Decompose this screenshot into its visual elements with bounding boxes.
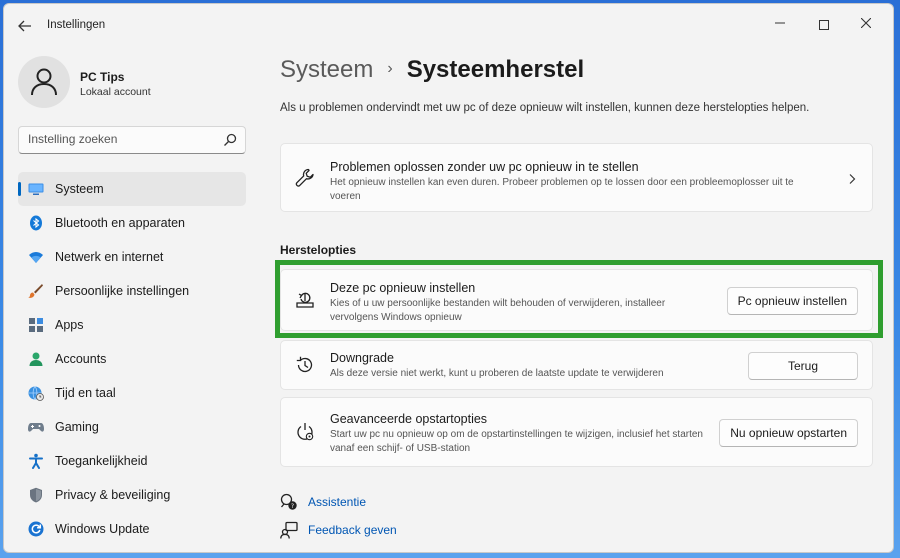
settings-window: Instellingen PC Tips Lokaal account Inst…	[3, 3, 894, 553]
brush-icon	[28, 284, 43, 298]
help-chat-icon: ?	[280, 493, 297, 510]
help-link-label: Assistentie	[308, 495, 367, 509]
troubleshoot-title: Problemen oplossen zonder uw pc opnieuw …	[330, 160, 639, 174]
person-icon	[29, 352, 43, 366]
sidebar-item-label: Gaming	[55, 420, 99, 434]
sidebar-item-toegankelijkheid[interactable]: Toegankelijkheid	[18, 444, 246, 478]
close-button[interactable]	[847, 12, 885, 36]
downgrade-card: Downgrade Als deze versie niet werkt, ku…	[280, 340, 873, 390]
monitor-icon	[28, 183, 44, 195]
feedback-icon	[280, 521, 298, 539]
wifi-icon	[29, 252, 43, 263]
sidebar-item-windows-update[interactable]: Windows Update	[18, 512, 246, 546]
sidebar-item-label: Netwerk en internet	[55, 250, 164, 264]
profile-account-type: Lokaal account	[80, 86, 151, 98]
apps-icon	[29, 318, 43, 332]
downgrade-back-button[interactable]: Terug	[748, 352, 858, 380]
sidebar-item-apps[interactable]: Apps	[18, 308, 246, 342]
sidebar-item-privacy[interactable]: Privacy & beveiliging	[18, 478, 246, 512]
sidebar-item-label: Windows Update	[55, 522, 150, 536]
svg-text:?: ?	[291, 503, 294, 510]
section-title: Herstelopties	[280, 243, 357, 257]
back-button[interactable]	[14, 16, 36, 36]
gamepad-icon	[28, 423, 44, 432]
minimize-icon	[775, 22, 785, 24]
search-input[interactable]	[28, 132, 218, 146]
sidebar-item-label: Toegankelijkheid	[55, 454, 148, 468]
downgrade-title: Downgrade	[330, 351, 394, 365]
sidebar-item-label: Bluetooth en apparaten	[55, 216, 185, 230]
sidebar-item-label: Accounts	[55, 352, 107, 366]
avatar	[18, 56, 70, 108]
sidebar-item-systeem[interactable]: Systeem	[18, 172, 246, 206]
advanced-startup-card: Geavanceerde opstartopties Start uw pc n…	[280, 397, 873, 467]
intro-text: Als u problemen ondervindt met uw pc of …	[280, 102, 810, 114]
feedback-link-label: Feedback geven	[308, 523, 397, 537]
breadcrumb-separator: ›	[387, 60, 393, 77]
history-icon	[296, 356, 313, 373]
sidebar-item-gaming[interactable]: Gaming	[18, 410, 246, 444]
sidebar-item-netwerk[interactable]: Netwerk en internet	[18, 240, 246, 274]
troubleshoot-description: Het opnieuw instellen kan even duren. Pr…	[330, 177, 794, 202]
sidebar-item-accounts[interactable]: Accounts	[18, 342, 246, 376]
search-icon[interactable]	[223, 133, 237, 147]
advanced-startup-title: Geavanceerde opstartopties	[330, 412, 488, 426]
sidebar-nav: Systeem Bluetooth en apparaten Netwerk e…	[18, 172, 246, 546]
sidebar-item-label: Apps	[55, 318, 84, 332]
search-box[interactable]	[18, 126, 246, 154]
sidebar-item-label: Tijd en taal	[55, 386, 116, 400]
minimize-button[interactable]	[761, 12, 799, 36]
troubleshoot-card[interactable]: Problemen oplossen zonder uw pc opnieuw …	[280, 143, 873, 212]
accessibility-icon	[29, 453, 43, 469]
sidebar-item-tijd-taal[interactable]: Tijd en taal	[18, 376, 246, 410]
person-icon	[31, 68, 57, 96]
maximize-icon	[819, 19, 829, 30]
sidebar-item-bluetooth[interactable]: Bluetooth en apparaten	[18, 206, 246, 240]
highlight-frame	[275, 260, 883, 338]
sidebar-item-persoonlijk[interactable]: Persoonlijke instellingen	[18, 274, 246, 308]
advanced-startup-description: Start uw pc nu opnieuw op om de opstarti…	[330, 429, 703, 454]
maximize-button[interactable]	[805, 12, 843, 36]
sidebar-item-label: Systeem	[55, 182, 104, 196]
downgrade-description: Als deze versie niet werkt, kunt u probe…	[330, 368, 664, 379]
page-title: Systeemherstel	[406, 56, 585, 83]
sidebar-item-label: Privacy & beveiliging	[55, 488, 171, 502]
wrench-icon	[295, 168, 314, 187]
chevron-right-icon	[849, 174, 856, 184]
shield-icon	[30, 487, 42, 503]
advanced-startup-icon	[297, 423, 314, 441]
arrow-left-icon	[18, 20, 31, 32]
globe-clock-icon	[28, 386, 44, 401]
breadcrumb: Systeem › Systeemherstel	[280, 56, 584, 88]
app-title: Instellingen	[47, 19, 106, 31]
restart-now-button[interactable]: Nu opnieuw opstarten	[719, 419, 858, 447]
profile-name: PC Tips	[80, 70, 125, 84]
title-bar: Instellingen	[4, 4, 893, 48]
breadcrumb-parent[interactable]: Systeem	[280, 56, 373, 83]
close-icon	[860, 17, 872, 29]
update-icon	[28, 521, 44, 537]
bluetooth-icon	[30, 215, 42, 231]
sidebar-item-label: Persoonlijke instellingen	[55, 284, 190, 298]
